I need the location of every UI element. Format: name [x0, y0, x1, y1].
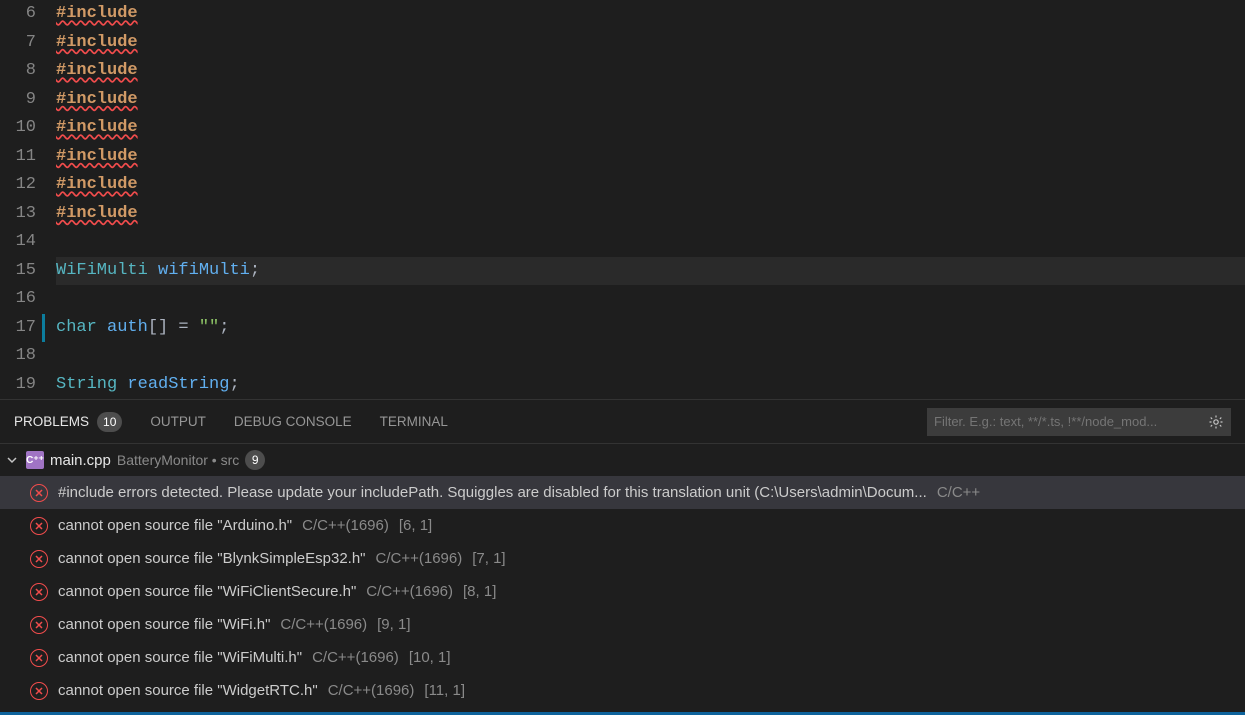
- problems-file-name: main.cpp: [50, 452, 111, 469]
- problem-source: C/C++(1696): [302, 517, 389, 534]
- problem-row[interactable]: cannot open source file "Arduino.h" C/C++…: [0, 509, 1245, 542]
- problem-location: [7, 1]: [472, 550, 505, 567]
- problem-message: cannot open source file "WiFiClientSecur…: [58, 583, 356, 600]
- code-line[interactable]: char auth[] = "";: [56, 314, 1245, 343]
- problem-location: [6, 1]: [399, 517, 432, 534]
- error-icon: [30, 616, 48, 634]
- error-icon: [30, 550, 48, 568]
- problems-file-group[interactable]: C⁺⁺ main.cpp BatteryMonitor • src 9: [0, 444, 1245, 476]
- cpp-file-icon: C⁺⁺: [26, 451, 44, 469]
- line-number: 15: [0, 257, 36, 286]
- line-number: 11: [0, 143, 36, 172]
- problem-row[interactable]: cannot open source file "WidgetRTC.h" C/C…: [0, 674, 1245, 707]
- code-line[interactable]: String readString;: [56, 371, 1245, 400]
- tab-problems[interactable]: PROBLEMS 10: [14, 412, 122, 432]
- code-line[interactable]: #include: [56, 57, 1245, 86]
- problem-message: cannot open source file "WiFiMulti.h": [58, 649, 302, 666]
- problem-source: C/C++(1696): [366, 583, 453, 600]
- chevron-down-icon: [4, 454, 20, 466]
- tab-problems-label: PROBLEMS: [14, 414, 89, 429]
- code-line[interactable]: #include: [56, 114, 1245, 143]
- problem-location: [11, 1]: [424, 682, 465, 699]
- problem-row[interactable]: cannot open source file "BlynkSimpleEsp3…: [0, 542, 1245, 575]
- error-icon: [30, 583, 48, 601]
- line-number: 13: [0, 200, 36, 229]
- problem-message: #include errors detected. Please update …: [58, 484, 927, 501]
- problems-count-badge: 10: [97, 412, 122, 432]
- line-number: 12: [0, 171, 36, 200]
- code-line[interactable]: WiFiMulti wifiMulti;: [56, 257, 1245, 286]
- line-number: 19: [0, 371, 36, 400]
- problem-message: cannot open source file "Arduino.h": [58, 517, 292, 534]
- line-number: 9: [0, 86, 36, 115]
- code-line[interactable]: #include: [56, 29, 1245, 58]
- problem-location: [8, 1]: [463, 583, 496, 600]
- problem-message: cannot open source file "WidgetRTC.h": [58, 682, 318, 699]
- problem-source: C/C++(1696): [280, 616, 367, 633]
- panel-tab-bar: PROBLEMS 10 OUTPUT DEBUG CONSOLE TERMINA…: [0, 400, 1245, 444]
- line-number: 8: [0, 57, 36, 86]
- code-line[interactable]: #include: [56, 86, 1245, 115]
- bottom-panel: PROBLEMS 10 OUTPUT DEBUG CONSOLE TERMINA…: [0, 399, 1245, 712]
- code-line[interactable]: [56, 228, 1245, 257]
- line-number: 14: [0, 228, 36, 257]
- line-number: 6: [0, 0, 36, 29]
- line-number: 18: [0, 342, 36, 371]
- problem-source: C/C++(1696): [328, 682, 415, 699]
- code-line[interactable]: #include: [56, 171, 1245, 200]
- tab-output[interactable]: OUTPUT: [150, 414, 206, 429]
- code-editor[interactable]: 678910111213141516171819 #include #inclu…: [0, 0, 1245, 399]
- error-icon: [30, 517, 48, 535]
- problems-filter-input-wrap[interactable]: [927, 408, 1231, 436]
- problems-list[interactable]: C⁺⁺ main.cpp BatteryMonitor • src 9 #inc…: [0, 444, 1245, 712]
- problem-source: C/C++: [937, 484, 980, 501]
- problem-location: [10, 1]: [409, 649, 451, 666]
- code-line[interactable]: [56, 342, 1245, 371]
- line-number: 17: [0, 314, 36, 343]
- error-icon: [30, 649, 48, 667]
- tab-terminal[interactable]: TERMINAL: [380, 414, 448, 429]
- code-line[interactable]: #include: [56, 0, 1245, 29]
- problem-message: cannot open source file "WiFi.h": [58, 616, 270, 633]
- problem-row[interactable]: #include errors detected. Please update …: [0, 476, 1245, 509]
- code-line[interactable]: #include: [56, 143, 1245, 172]
- problems-file-path: BatteryMonitor • src: [117, 452, 239, 468]
- code-content[interactable]: #include #include #include #include #inc…: [56, 0, 1245, 399]
- problem-source: C/C++(1696): [312, 649, 399, 666]
- problem-row[interactable]: cannot open source file "WiFiMulti.h" C/C…: [0, 641, 1245, 674]
- file-problems-count: 9: [245, 450, 265, 470]
- problem-row[interactable]: cannot open source file "WiFiClientSecur…: [0, 575, 1245, 608]
- problem-location: [9, 1]: [377, 616, 410, 633]
- code-line[interactable]: [56, 285, 1245, 314]
- problem-source: C/C++(1696): [376, 550, 463, 567]
- tab-debug-console[interactable]: DEBUG CONSOLE: [234, 414, 352, 429]
- line-number-gutter: 678910111213141516171819: [0, 0, 56, 399]
- problem-message: cannot open source file "BlynkSimpleEsp3…: [58, 550, 366, 567]
- error-icon: [30, 682, 48, 700]
- filter-settings-icon[interactable]: [1208, 414, 1224, 430]
- error-icon: [30, 484, 48, 502]
- problem-row[interactable]: cannot open source file "WiFi.h" C/C++(16…: [0, 608, 1245, 641]
- problems-filter-input[interactable]: [934, 414, 1200, 429]
- code-line[interactable]: #include: [56, 200, 1245, 229]
- line-number: 10: [0, 114, 36, 143]
- line-number: 16: [0, 285, 36, 314]
- line-number: 7: [0, 29, 36, 58]
